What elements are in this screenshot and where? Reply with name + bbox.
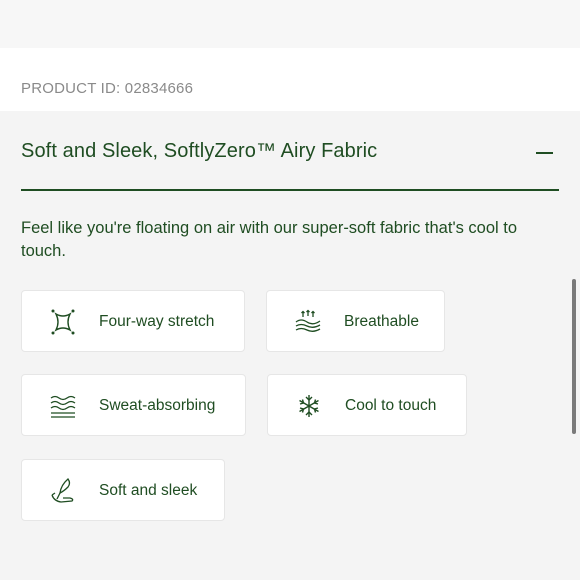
- collapse-button[interactable]: [532, 142, 558, 164]
- hand-feather-icon: [48, 477, 78, 505]
- product-id: PRODUCT ID: 02834666: [21, 80, 194, 97]
- feature-card: Four-way stretch: [21, 290, 245, 352]
- feature-card: Cool to touch: [267, 374, 467, 436]
- feature-label: Soft and sleek: [99, 482, 198, 499]
- stretch-icon: [48, 308, 78, 336]
- waves-icon: [48, 392, 78, 420]
- feature-card: Soft and sleek: [21, 459, 225, 521]
- feature-label: Sweat-absorbing: [99, 397, 216, 414]
- feature-card: Breathable: [266, 290, 445, 352]
- section-description: Feel like you're floating on air with ou…: [21, 219, 518, 260]
- feature-label: Cool to touch: [345, 397, 437, 414]
- header-background: [0, 0, 580, 48]
- snowflake-icon: [294, 392, 324, 420]
- breathable-icon: [293, 308, 323, 336]
- section-title[interactable]: Soft and Sleek, SoftlyZero™ Airy Fabric: [21, 140, 377, 163]
- section-divider: [21, 189, 559, 191]
- scrollbar-thumb[interactable]: [572, 279, 576, 434]
- feature-label: Breathable: [344, 313, 419, 330]
- feature-label: Four-way stretch: [99, 313, 215, 330]
- minus-icon: [536, 152, 553, 154]
- feature-card: Sweat-absorbing: [21, 374, 246, 436]
